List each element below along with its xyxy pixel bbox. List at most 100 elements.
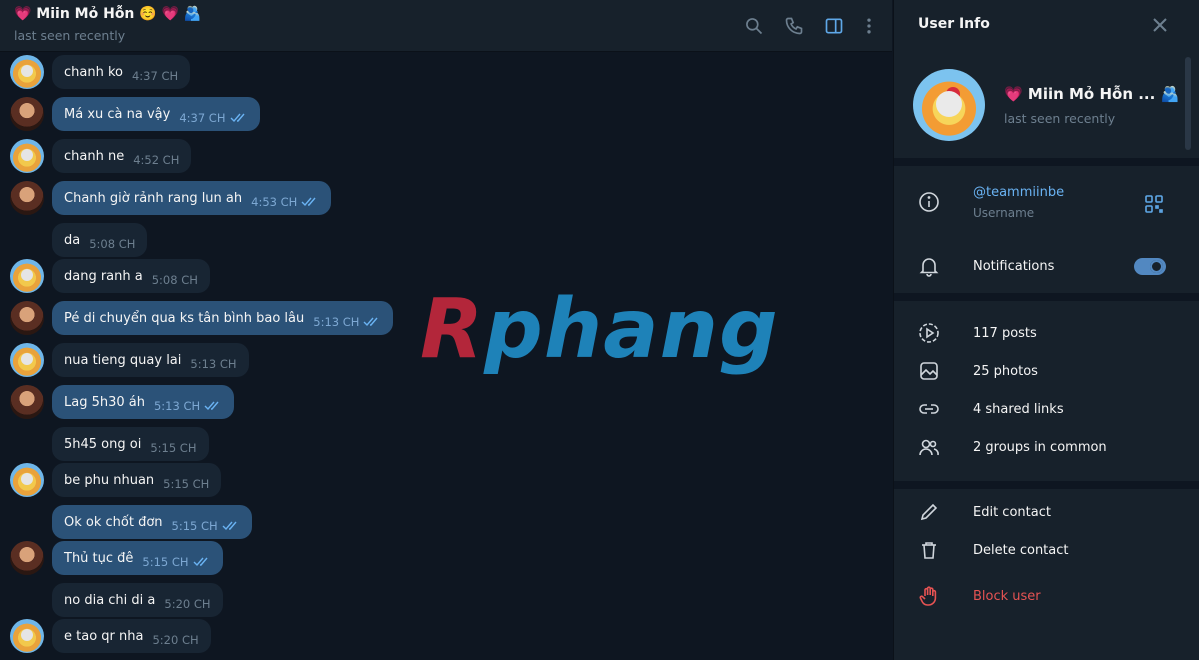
message-row: Thủ tục đê 5:15 CH bbox=[0, 541, 892, 575]
double-check-icon bbox=[204, 401, 219, 411]
notifications-label: Notifications bbox=[973, 259, 1055, 274]
users-icon bbox=[918, 436, 940, 458]
profile-avatar[interactable] bbox=[913, 69, 985, 141]
message-text: 5h45 ong oi bbox=[64, 436, 142, 452]
message-time: 4:37 CH bbox=[131, 69, 179, 83]
notifications-toggle[interactable] bbox=[1134, 258, 1166, 275]
message-time: 5:15 CH bbox=[163, 477, 210, 491]
message-row: Pé di chuyển qua ks tân bình bao lâu 5:13… bbox=[0, 301, 892, 335]
pencil-icon bbox=[918, 501, 940, 523]
incoming-message-bubble[interactable]: be phu nhuan 5:15 CH bbox=[52, 463, 222, 497]
outgoing-message-bubble[interactable]: Chanh giờ rảnh rang lun ah 4:53 CH bbox=[52, 181, 332, 215]
incoming-message-bubble[interactable]: dang ranh a 5:08 CH bbox=[52, 259, 210, 293]
bell-icon bbox=[918, 255, 940, 277]
block-user-label: Block user bbox=[973, 589, 1041, 604]
incoming-message-bubble[interactable]: e tao qr nha 5:20 CH bbox=[52, 619, 211, 653]
contact-avatar[interactable] bbox=[10, 55, 44, 89]
message-row: no dia chi di a 5:20 CH bbox=[0, 583, 892, 617]
block-user-row[interactable]: Block user bbox=[894, 577, 1199, 615]
message-time: 5:15 CH bbox=[150, 441, 197, 455]
message-row: 5h45 ong oi 5:15 CH bbox=[0, 427, 892, 461]
message-row: dang ranh a 5:08 CH bbox=[0, 259, 892, 293]
message-list[interactable]: chanh ko 4:37 CH Má xu cà na vậy 4:37 CH cha… bbox=[0, 52, 892, 660]
photos-label: 25 photos bbox=[973, 364, 1038, 379]
info-icon bbox=[918, 191, 940, 213]
posts-row[interactable]: 117 posts bbox=[894, 314, 1199, 352]
message-row: Má xu cà na vậy 4:37 CH bbox=[0, 97, 892, 131]
message-time: 4:53 CH bbox=[251, 195, 298, 209]
posts-icon bbox=[918, 322, 940, 344]
message-row: da 5:08 CH bbox=[0, 223, 892, 257]
message-text: Chanh giờ rảnh rang lun ah bbox=[64, 190, 243, 206]
incoming-message-bubble[interactable]: da 5:08 CH bbox=[52, 223, 148, 257]
my-avatar[interactable] bbox=[10, 541, 44, 575]
message-time: 5:15 CH bbox=[142, 555, 189, 569]
message-text: chanh ko bbox=[64, 64, 123, 80]
message-time: 5:13 CH bbox=[190, 357, 237, 371]
outgoing-message-bubble[interactable]: Ok ok chốt đơn 5:15 CH bbox=[52, 505, 252, 539]
chat-area: 💗 Miin Mỏ Hỗn ☺️ 💗 🫂 last seen recently … bbox=[0, 0, 892, 660]
panel-title: User Info bbox=[918, 16, 990, 32]
my-avatar[interactable] bbox=[10, 181, 44, 215]
outgoing-message-bubble[interactable]: Lag 5h30 áh 5:13 CH bbox=[52, 385, 235, 419]
groups-row[interactable]: 2 groups in common bbox=[894, 428, 1199, 466]
my-avatar[interactable] bbox=[10, 385, 44, 419]
links-row[interactable]: 4 shared links bbox=[894, 390, 1199, 428]
username-value[interactable]: @teammiinbe bbox=[973, 185, 1064, 200]
edit-contact-row[interactable]: Edit contact bbox=[894, 493, 1199, 531]
contact-avatar[interactable] bbox=[10, 139, 44, 173]
message-row: Lag 5h30 áh 5:13 CH bbox=[0, 385, 892, 419]
message-text: be phu nhuan bbox=[64, 472, 155, 488]
chat-header[interactable]: 💗 Miin Mỏ Hỗn ☺️ 💗 🫂 last seen recently bbox=[0, 0, 892, 52]
outgoing-message-bubble[interactable]: Thủ tục đê 5:15 CH bbox=[52, 541, 223, 575]
message-text: Thủ tục đê bbox=[64, 550, 134, 566]
photos-row[interactable]: 25 photos bbox=[894, 352, 1199, 390]
message-text: e tao qr nha bbox=[64, 628, 144, 644]
chat-status: last seen recently bbox=[14, 28, 126, 43]
message-row: Ok ok chốt đơn 5:15 CH bbox=[0, 505, 892, 539]
message-time: 5:20 CH bbox=[164, 597, 211, 611]
qr-code-icon[interactable] bbox=[1144, 194, 1164, 214]
message-row: nua tieng quay lai 5:13 CH bbox=[0, 343, 892, 377]
more-icon[interactable] bbox=[857, 14, 881, 38]
message-row: e tao qr nha 5:20 CH bbox=[0, 619, 892, 653]
outgoing-message-bubble[interactable]: Pé di chuyển qua ks tân bình bao lâu 5:13… bbox=[52, 301, 394, 335]
message-text: Pé di chuyển qua ks tân bình bao lâu bbox=[64, 310, 305, 326]
my-avatar[interactable] bbox=[10, 97, 44, 131]
links-label: 4 shared links bbox=[973, 402, 1064, 417]
message-row: Chanh giờ rảnh rang lun ah 4:53 CH bbox=[0, 181, 892, 215]
message-text: nua tieng quay lai bbox=[64, 352, 182, 368]
phone-icon[interactable] bbox=[782, 14, 806, 38]
contact-avatar[interactable] bbox=[10, 343, 44, 377]
message-text: chanh ne bbox=[64, 148, 125, 164]
message-text: Má xu cà na vậy bbox=[64, 106, 171, 122]
double-check-icon bbox=[230, 113, 245, 123]
profile-name: 💗 Miin Mỏ Hỗn ... 🫂 bbox=[1004, 85, 1180, 103]
outgoing-message-bubble[interactable]: Má xu cà na vậy 4:37 CH bbox=[52, 97, 260, 131]
chat-title[interactable]: 💗 Miin Mỏ Hỗn ☺️ 💗 🫂 bbox=[14, 6, 201, 22]
username-label: Username bbox=[973, 206, 1035, 220]
message-text: Lag 5h30 áh bbox=[64, 394, 145, 410]
contact-avatar[interactable] bbox=[10, 619, 44, 653]
message-time: 5:08 CH bbox=[89, 237, 136, 251]
trash-icon bbox=[918, 539, 940, 561]
panel-scrollbar[interactable] bbox=[1185, 57, 1191, 150]
incoming-message-bubble[interactable]: chanh ne 4:52 CH bbox=[52, 139, 192, 173]
delete-contact-row[interactable]: Delete contact bbox=[894, 531, 1199, 569]
incoming-message-bubble[interactable]: nua tieng quay lai 5:13 CH bbox=[52, 343, 249, 377]
message-time: 4:37 CH bbox=[179, 111, 226, 125]
message-time: 5:08 CH bbox=[151, 273, 198, 287]
close-icon[interactable] bbox=[1149, 14, 1171, 36]
message-text: Ok ok chốt đơn bbox=[64, 514, 163, 530]
search-icon[interactable] bbox=[742, 14, 766, 38]
double-check-icon bbox=[363, 317, 378, 327]
my-avatar[interactable] bbox=[10, 301, 44, 335]
divider bbox=[894, 293, 1199, 301]
incoming-message-bubble[interactable]: chanh ko 4:37 CH bbox=[52, 55, 191, 89]
sidebar-toggle-icon[interactable] bbox=[822, 14, 846, 38]
incoming-message-bubble[interactable]: 5h45 ong oi 5:15 CH bbox=[52, 427, 209, 461]
divider bbox=[894, 481, 1199, 489]
contact-avatar[interactable] bbox=[10, 259, 44, 293]
contact-avatar[interactable] bbox=[10, 463, 44, 497]
incoming-message-bubble[interactable]: no dia chi di a 5:20 CH bbox=[52, 583, 223, 617]
